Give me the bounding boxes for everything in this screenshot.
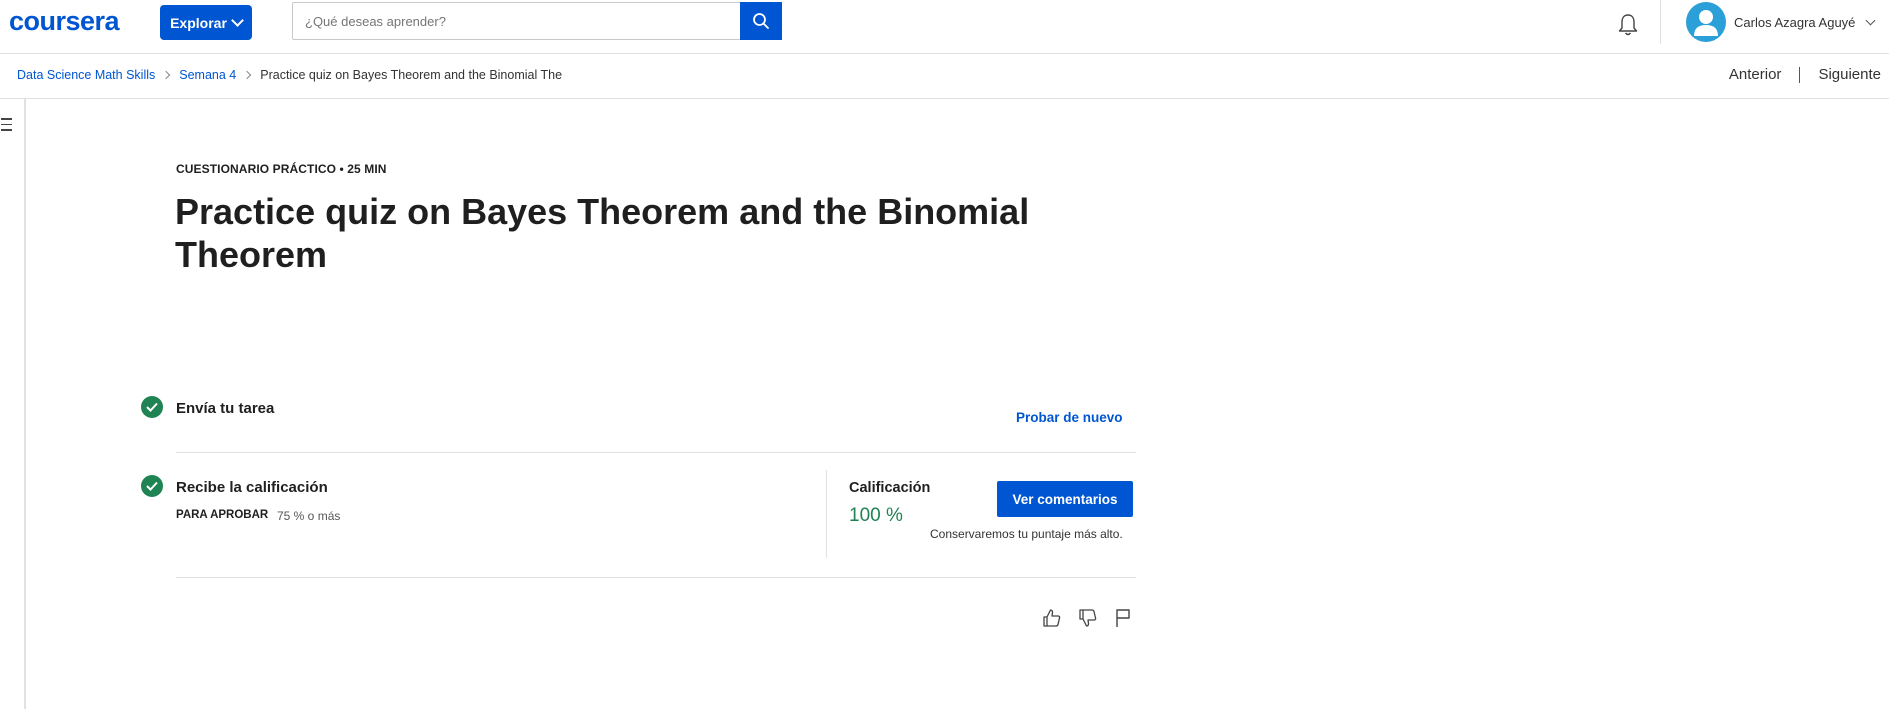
user-name: Carlos Azagra Aguyé: [1734, 14, 1856, 30]
check-icon: [141, 475, 163, 497]
submit-step-label: Envía tu tarea: [176, 400, 275, 417]
chevron-down-icon: [231, 14, 244, 27]
breadcrumb: Data Science Math Skills Semana 4 Practi…: [17, 68, 562, 82]
search-box: [292, 2, 782, 40]
like-button[interactable]: [1041, 606, 1063, 630]
divider: [176, 577, 1136, 578]
dislike-button[interactable]: [1077, 606, 1099, 630]
flag-icon: [1116, 609, 1130, 627]
chevron-right-icon: [243, 70, 252, 80]
breadcrumb-week[interactable]: Semana 4: [179, 68, 236, 82]
explore-button-label: Explorar: [170, 14, 227, 31]
search-input[interactable]: [293, 3, 741, 39]
bell-icon: [1618, 14, 1638, 36]
chevron-right-icon: [162, 70, 171, 80]
thumbs-down-icon: [1079, 609, 1097, 627]
avatar: [1686, 2, 1726, 42]
explore-button[interactable]: Explorar: [160, 5, 252, 40]
page-title: Practice quiz on Bayes Theorem and the B…: [175, 191, 1030, 275]
grade-step-label: Recibe la calificación: [176, 479, 328, 496]
item-navigation: Anterior Siguiente: [1729, 66, 1881, 83]
notifications-button[interactable]: [1613, 10, 1643, 40]
nav-separator: [1799, 66, 1801, 83]
thumbs-up-icon: [1043, 609, 1061, 627]
pass-threshold-label: PARA APROBAR: [176, 509, 269, 521]
user-menu[interactable]: Carlos Azagra Aguyé: [1686, 1, 1876, 43]
pass-threshold-value: 75 % o más: [277, 509, 341, 523]
search-button[interactable]: [740, 2, 782, 40]
grade-label: Calificación: [849, 480, 931, 496]
top-navigation: coursera Explorar Carlos Azagra Aguyé: [0, 0, 1889, 54]
nav-divider: [1660, 0, 1661, 44]
quiz-meta: CUESTIONARIO PRÁCTICO • 25 MIN: [176, 162, 387, 176]
sidebar-collapsed: [0, 99, 26, 709]
divider: [176, 452, 1136, 453]
chevron-down-icon: [1865, 15, 1876, 25]
grade-value: 100 %: [849, 505, 903, 526]
breadcrumb-bar: Data Science Math Skills Semana 4 Practi…: [0, 54, 1889, 99]
report-button[interactable]: [1112, 606, 1134, 630]
search-icon: [753, 13, 769, 29]
coursera-logo[interactable]: coursera: [9, 6, 120, 37]
next-link[interactable]: Siguiente: [1818, 66, 1881, 83]
menu-icon[interactable]: [1, 118, 13, 132]
highest-score-note: Conservaremos tu puntaje más alto.: [930, 527, 1123, 541]
breadcrumb-course[interactable]: Data Science Math Skills: [17, 68, 155, 82]
previous-link[interactable]: Anterior: [1729, 66, 1782, 83]
retry-link[interactable]: Probar de nuevo: [1016, 410, 1123, 425]
view-feedback-button[interactable]: Ver comentarios: [997, 481, 1133, 517]
avatar-icon: [1694, 10, 1718, 36]
vertical-divider: [826, 470, 827, 558]
breadcrumb-current: Practice quiz on Bayes Theorem and the B…: [260, 68, 563, 82]
check-icon: [141, 396, 163, 418]
